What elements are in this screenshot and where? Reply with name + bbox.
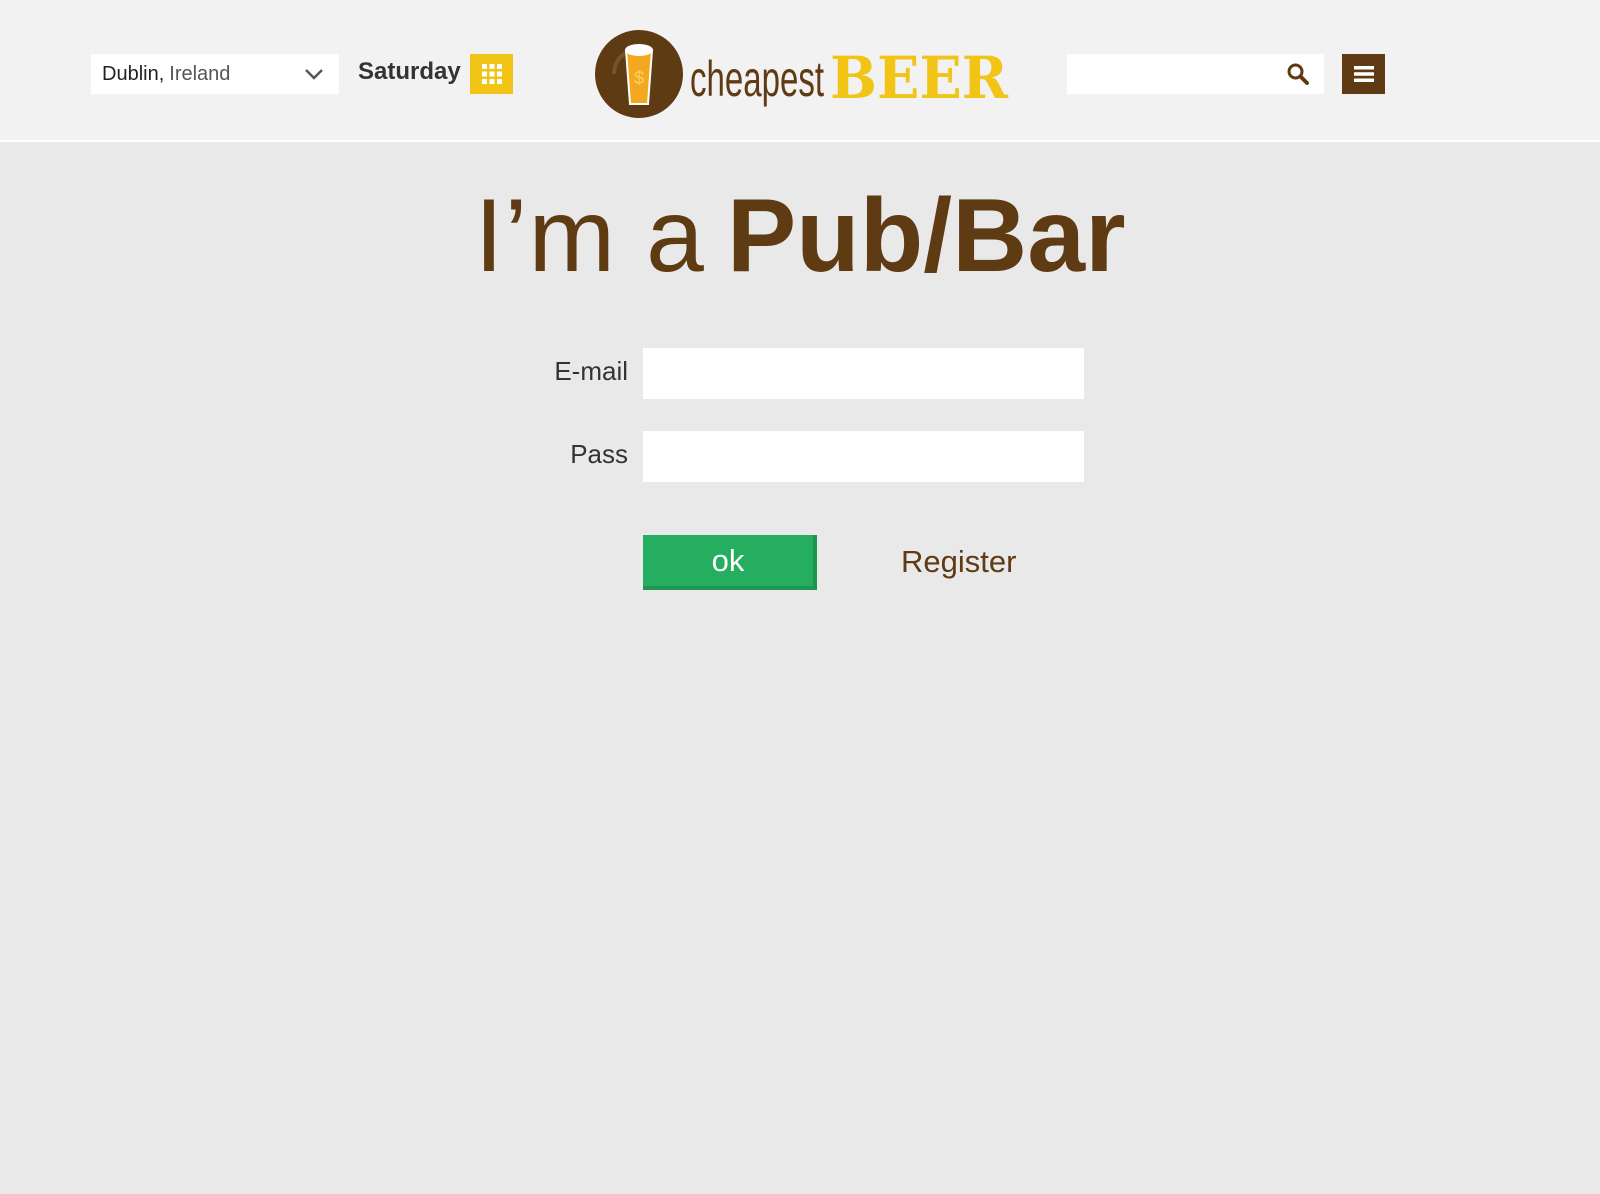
page-title-prefix: I’m a bbox=[474, 178, 705, 294]
location-dropdown[interactable]: Dublin, Ireland bbox=[91, 54, 339, 94]
email-label: E-mail bbox=[554, 356, 628, 386]
site-logo[interactable]: $ cheapest BEER bbox=[594, 28, 1014, 120]
site-header: Dublin, Ireland Saturday $ cheapest BEER bbox=[0, 0, 1600, 142]
chevron-down-icon bbox=[305, 69, 323, 80]
svg-text:$: $ bbox=[634, 68, 644, 88]
menu-button[interactable] bbox=[1342, 54, 1385, 94]
password-field[interactable] bbox=[643, 431, 1084, 482]
hamburger-menu-icon bbox=[1353, 66, 1374, 82]
logo-text-beer: BEER bbox=[830, 44, 1009, 112]
page-title: I’m a Pub/Bar bbox=[0, 176, 1600, 296]
calendar-button[interactable] bbox=[470, 54, 513, 94]
location-city: Dublin, bbox=[102, 62, 165, 85]
location-country: Ireland bbox=[169, 62, 231, 85]
beer-glass-icon: $ bbox=[624, 44, 654, 105]
search-icon[interactable] bbox=[1286, 62, 1310, 86]
search-input[interactable] bbox=[1067, 54, 1277, 94]
pass-label: Pass bbox=[570, 439, 628, 469]
logo-text-cheapest: cheapest bbox=[690, 51, 824, 107]
calendar-grid-icon bbox=[481, 64, 502, 84]
ok-button[interactable]: ok bbox=[643, 535, 817, 590]
email-field[interactable] bbox=[643, 348, 1084, 399]
day-label: Saturday bbox=[358, 58, 461, 85]
register-link[interactable]: Register bbox=[901, 542, 1016, 582]
search-box bbox=[1067, 54, 1324, 94]
page-title-main: Pub/Bar bbox=[726, 178, 1126, 294]
